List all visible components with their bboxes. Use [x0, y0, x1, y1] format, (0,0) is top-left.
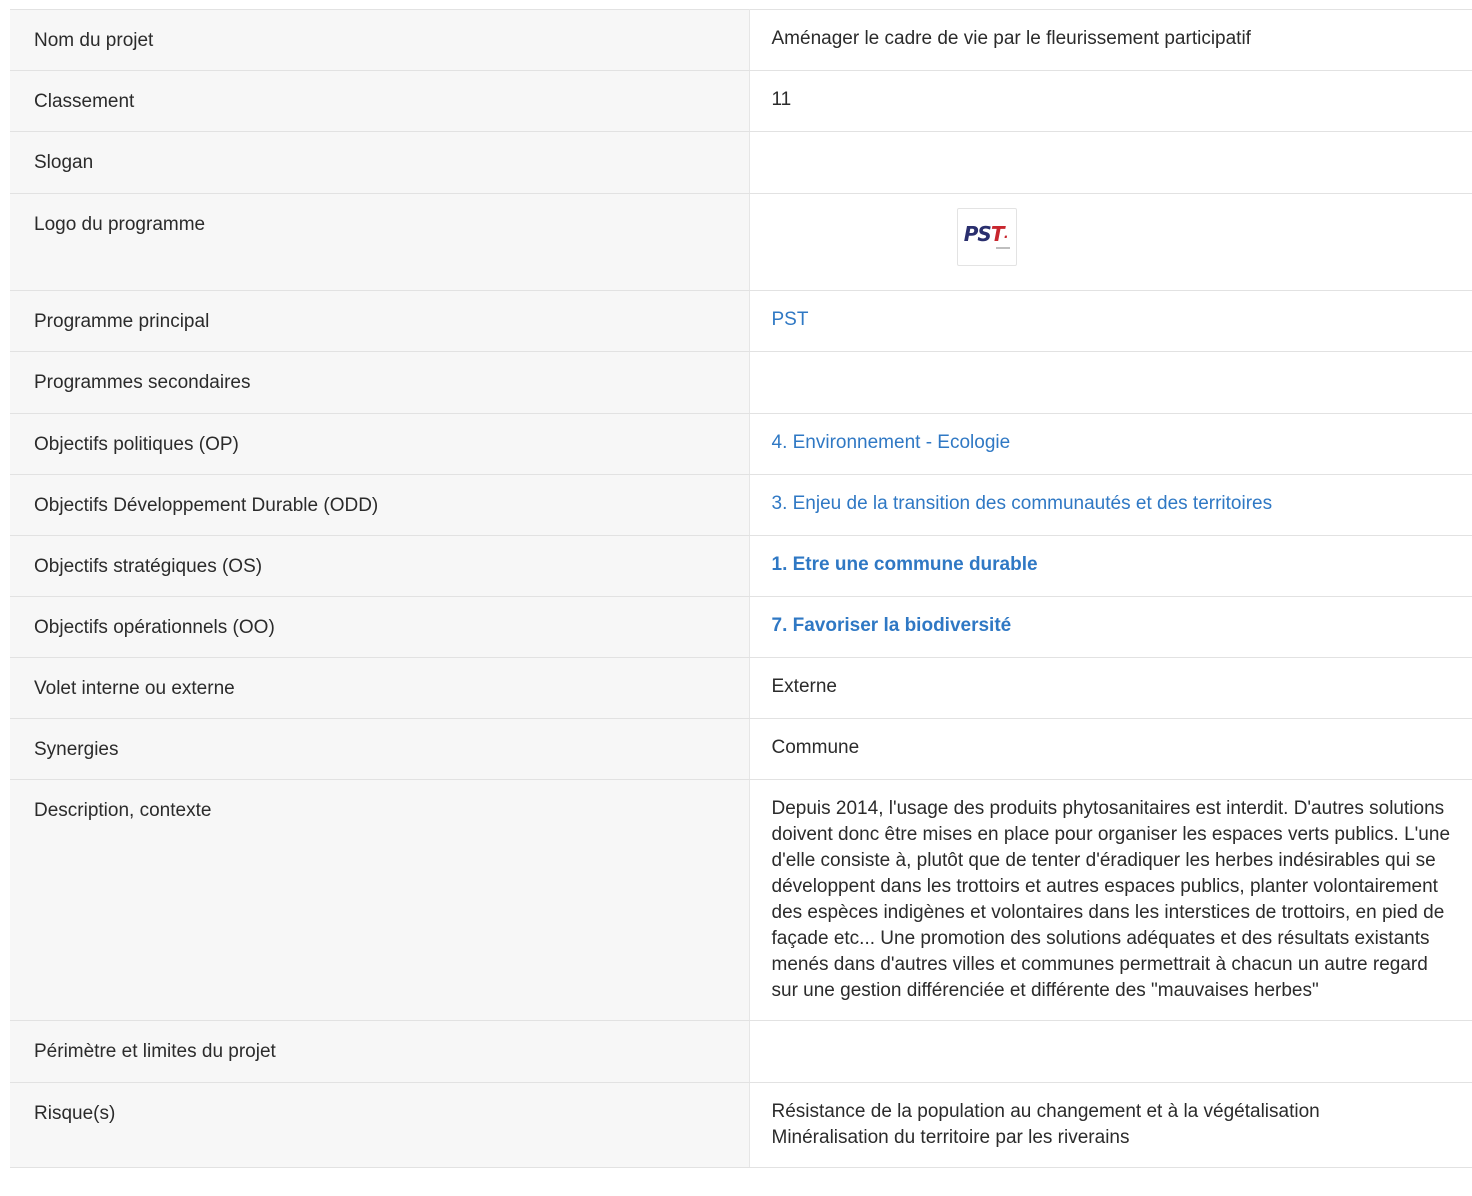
row-label-risques: Risque(s) [10, 1082, 750, 1168]
table-row: Objectifs Développement Durable (ODD) 3.… [10, 474, 1472, 536]
row-label-programme-principal: Programme principal [10, 290, 750, 352]
table-row: Classement 11 [10, 70, 1472, 132]
programme-principal-cell: PST [749, 290, 1472, 352]
table-row: Programmes secondaires [10, 351, 1472, 414]
row-label-synergies: Synergies [10, 718, 750, 780]
logo-cell: PST· [749, 193, 1472, 291]
project-detail-table: Nom du projet Aménager le cadre de vie p… [10, 9, 1472, 1168]
slogan-value [749, 131, 1472, 194]
project-name-value: Aménager le cadre de vie par le fleuriss… [749, 9, 1472, 71]
programmes-secondaires-value [749, 351, 1472, 414]
row-label-description: Description, contexte [10, 779, 750, 1021]
oo-cell: 7. Favoriser la biodiversité [749, 596, 1472, 658]
table-row: Périmètre et limites du projet [10, 1020, 1472, 1083]
row-label-logo: Logo du programme [10, 193, 750, 291]
table-row: Objectifs politiques (OP) 4. Environneme… [10, 413, 1472, 475]
logo-lettering: PST· [963, 222, 1008, 246]
table-row: Volet interne ou externe Externe [10, 657, 1472, 719]
table-row: Programme principal PST [10, 290, 1472, 352]
ranking-value: 11 [749, 70, 1472, 132]
odd-link[interactable]: 3. Enjeu de la transition des communauté… [772, 493, 1273, 514]
perimetre-value [749, 1020, 1472, 1083]
row-label-volet: Volet interne ou externe [10, 657, 750, 719]
table-row: Slogan [10, 131, 1472, 194]
table-row: Nom du projet Aménager le cadre de vie p… [10, 9, 1472, 71]
row-label-perimetre: Périmètre et limites du projet [10, 1020, 750, 1083]
logo-wrapper: PST· [772, 208, 1453, 274]
row-label-slogan: Slogan [10, 131, 750, 194]
programme-principal-link[interactable]: PST [772, 309, 809, 330]
programme-logo: PST· [956, 208, 1017, 266]
op-cell: 4. Environnement - Ecologie [749, 413, 1472, 475]
row-label-op: Objectifs politiques (OP) [10, 413, 750, 475]
table-row: Objectifs opérationnels (OO) 7. Favorise… [10, 596, 1472, 658]
row-label-oo: Objectifs opérationnels (OO) [10, 596, 750, 658]
row-label-os: Objectifs stratégiques (OS) [10, 535, 750, 597]
risques-value: Résistance de la population au changemen… [749, 1082, 1472, 1168]
table-row: Objectifs stratégiques (OS) 1. Etre une … [10, 535, 1472, 597]
row-label-programmes-secondaires: Programmes secondaires [10, 351, 750, 414]
row-label-classement: Classement [10, 70, 750, 132]
logo-subline [995, 247, 1010, 249]
row-label-odd: Objectifs Développement Durable (ODD) [10, 474, 750, 536]
description-value: Depuis 2014, l'usage des produits phytos… [749, 779, 1472, 1021]
op-link[interactable]: 4. Environnement - Ecologie [772, 432, 1011, 453]
os-link[interactable]: 1. Etre une commune durable [772, 554, 1038, 575]
table-row: Synergies Commune [10, 718, 1472, 780]
oo-link[interactable]: 7. Favoriser la biodiversité [772, 615, 1012, 636]
row-label-nom: Nom du projet [10, 9, 750, 71]
odd-cell: 3. Enjeu de la transition des communauté… [749, 474, 1472, 536]
table-row: Logo du programme PST· [10, 193, 1472, 291]
os-cell: 1. Etre une commune durable [749, 535, 1472, 597]
table-row: Description, contexte Depuis 2014, l'usa… [10, 779, 1472, 1021]
table-row: Risque(s) Résistance de la population au… [10, 1082, 1472, 1168]
volet-value: Externe [749, 657, 1472, 719]
synergies-value: Commune [749, 718, 1472, 780]
